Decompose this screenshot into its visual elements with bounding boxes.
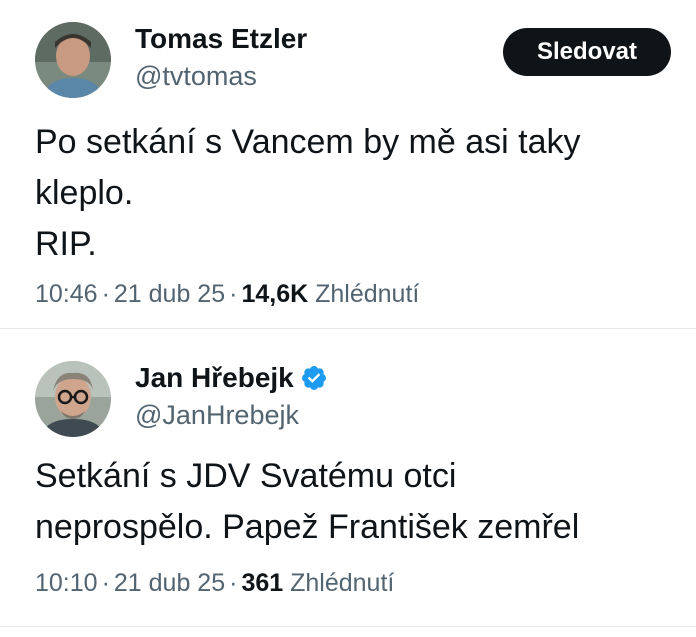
tweet-text-line: neprospělo. Papež František zemřel bbox=[35, 508, 580, 546]
tweet-date[interactable]: 21 dub 25 bbox=[114, 569, 225, 597]
tweet-date[interactable]: 21 dub 25 bbox=[114, 280, 225, 308]
user-handle[interactable]: @JanHrebejk bbox=[135, 399, 299, 431]
views-label: Zhlédnutí bbox=[290, 569, 395, 597]
tweet-card[interactable]: Jan Hřebejk @JanHrebejk Setkání s JDV Sv… bbox=[0, 329, 696, 627]
tweet-text-line: Po setkání s Vancem by mě asi taky bbox=[35, 123, 581, 161]
meta-separator: · bbox=[101, 569, 110, 597]
tweet-text-line: Setkání s JDV Svatému otci bbox=[35, 457, 457, 495]
meta-separator: · bbox=[229, 280, 238, 308]
views-label: Zhlédnutí bbox=[315, 280, 420, 308]
tweet-meta: 10:46 · 21 dub 25 · 14,6K Zhlédnutí bbox=[35, 278, 419, 310]
tweet-text-line: RIP. bbox=[35, 225, 97, 263]
tweet-time[interactable]: 10:10 bbox=[35, 569, 98, 597]
author-name-row: Jan Hřebejk bbox=[135, 361, 328, 395]
meta-separator: · bbox=[229, 569, 238, 597]
tweet-meta: 10:10 · 21 dub 25 · 361 Zhlédnutí bbox=[35, 567, 394, 599]
tweet-time[interactable]: 10:46 bbox=[35, 280, 98, 308]
tweet-text: Po setkání s Vancem by mě asi taky klepl… bbox=[35, 117, 675, 270]
views-count: 14,6K bbox=[241, 280, 309, 308]
user-handle[interactable]: @tvtomas bbox=[135, 60, 257, 92]
avatar[interactable] bbox=[35, 22, 111, 98]
display-name[interactable]: Tomas Etzler bbox=[135, 22, 307, 56]
tweet-card[interactable]: Tomas Etzler @tvtomas Sledovat Po setkán… bbox=[0, 0, 696, 328]
display-name[interactable]: Jan Hřebejk bbox=[135, 361, 294, 395]
verified-badge-icon bbox=[300, 364, 328, 392]
author-name-row: Tomas Etzler bbox=[135, 22, 307, 56]
tweet-text: Setkání s JDV Svatému otci neprospělo. P… bbox=[35, 451, 675, 553]
tweet-text-line: kleplo. bbox=[35, 174, 134, 212]
views-count: 361 bbox=[241, 569, 284, 597]
follow-button[interactable]: Sledovat bbox=[503, 28, 671, 76]
meta-separator: · bbox=[101, 280, 110, 308]
tweet-divider bbox=[0, 626, 696, 627]
avatar[interactable] bbox=[35, 361, 111, 437]
